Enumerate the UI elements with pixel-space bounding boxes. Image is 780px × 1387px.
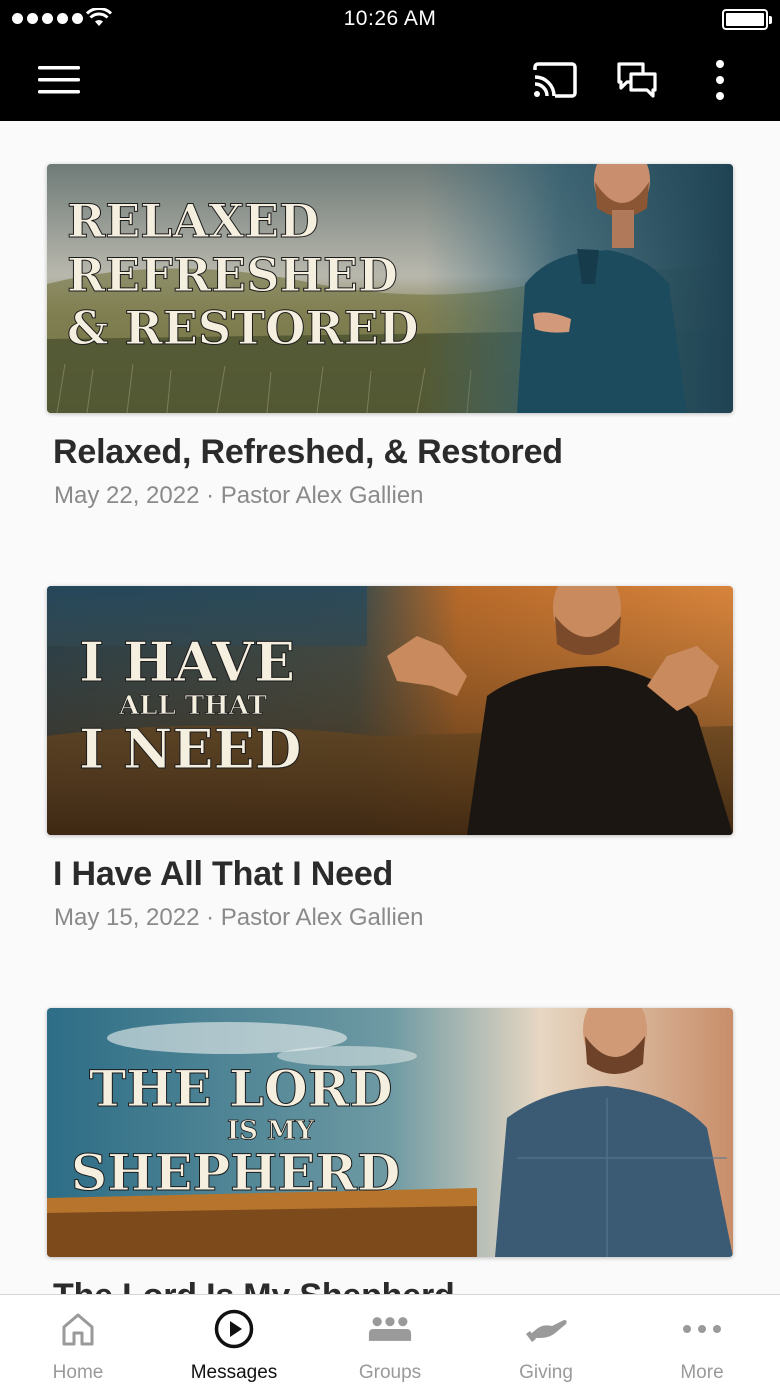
more-dots-icon (680, 1309, 724, 1349)
vertical-dots-icon[interactable] (698, 56, 742, 104)
tab-more[interactable]: More (624, 1295, 780, 1387)
message-title[interactable]: The Lord Is My Shepherd (53, 1277, 733, 1294)
message-artwork[interactable]: RELAXED REFRESHED & RESTORED (47, 164, 733, 413)
artwork-line-1: THE LORD (89, 1059, 393, 1118)
tab-label: Home (52, 1362, 104, 1383)
message-list: RELAXED REFRESHED & RESTORED Relaxed, Re… (0, 121, 780, 1294)
message-artwork-image: THE LORD IS MY SHEPHERD (47, 1008, 733, 1257)
bottom-tab-bar: Home Messages Groups Giving More (0, 1294, 780, 1387)
message-title[interactable]: I Have All That I Need (53, 855, 733, 894)
tab-label: Messages (190, 1362, 278, 1383)
message-meta: May 15, 2022 · Pastor Alex Gallien (54, 904, 424, 931)
tab-groups[interactable]: Groups (312, 1295, 468, 1387)
message-card[interactable]: RELAXED REFRESHED & RESTORED Relaxed, Re… (47, 164, 733, 510)
status-bar: 10:26 AM (0, 0, 780, 40)
artwork-line-3: & RESTORED (67, 301, 419, 355)
giving-hand-icon (524, 1309, 568, 1349)
artwork-line-2: REFRESHED (67, 248, 398, 302)
tab-label: Groups (358, 1362, 422, 1383)
chat-bubbles-icon[interactable] (608, 56, 666, 104)
tab-messages[interactable]: Messages (156, 1295, 312, 1387)
cast-icon[interactable] (526, 56, 584, 104)
groups-icon (368, 1309, 412, 1349)
battery-icon (722, 9, 772, 30)
tab-giving[interactable]: Giving (468, 1295, 624, 1387)
hamburger-menu-icon[interactable] (30, 56, 88, 104)
tab-label: More (680, 1362, 724, 1383)
play-circle-icon (212, 1309, 256, 1349)
status-time: 10:26 AM (343, 7, 437, 30)
message-artwork[interactable]: THE LORD IS MY SHEPHERD (47, 1008, 733, 1257)
message-title[interactable]: Relaxed, Refreshed, & Restored (53, 433, 733, 472)
tab-label: Giving (519, 1362, 573, 1383)
message-meta: May 22, 2022 · Pastor Alex Gallien (54, 482, 424, 509)
home-icon (56, 1309, 100, 1349)
artwork-line-3: I NEED (79, 717, 302, 781)
message-artwork[interactable]: I HAVE ALL THAT I NEED (47, 586, 733, 835)
message-card[interactable]: THE LORD IS MY SHEPHERD The Lord Is My S… (47, 1008, 733, 1294)
message-card[interactable]: I HAVE ALL THAT I NEED I Have All That I… (47, 586, 733, 932)
artwork-line-1: RELAXED (67, 194, 319, 248)
artwork-line-2: IS MY (227, 1116, 315, 1146)
app-header (0, 40, 780, 121)
artwork-line-1: I HAVE (79, 630, 295, 694)
message-artwork-image: I HAVE ALL THAT I NEED (47, 586, 733, 835)
message-artwork-image: RELAXED REFRESHED & RESTORED (47, 164, 733, 413)
artwork-line-3: SHEPHERD (71, 1143, 400, 1202)
tab-home[interactable]: Home (0, 1295, 156, 1387)
